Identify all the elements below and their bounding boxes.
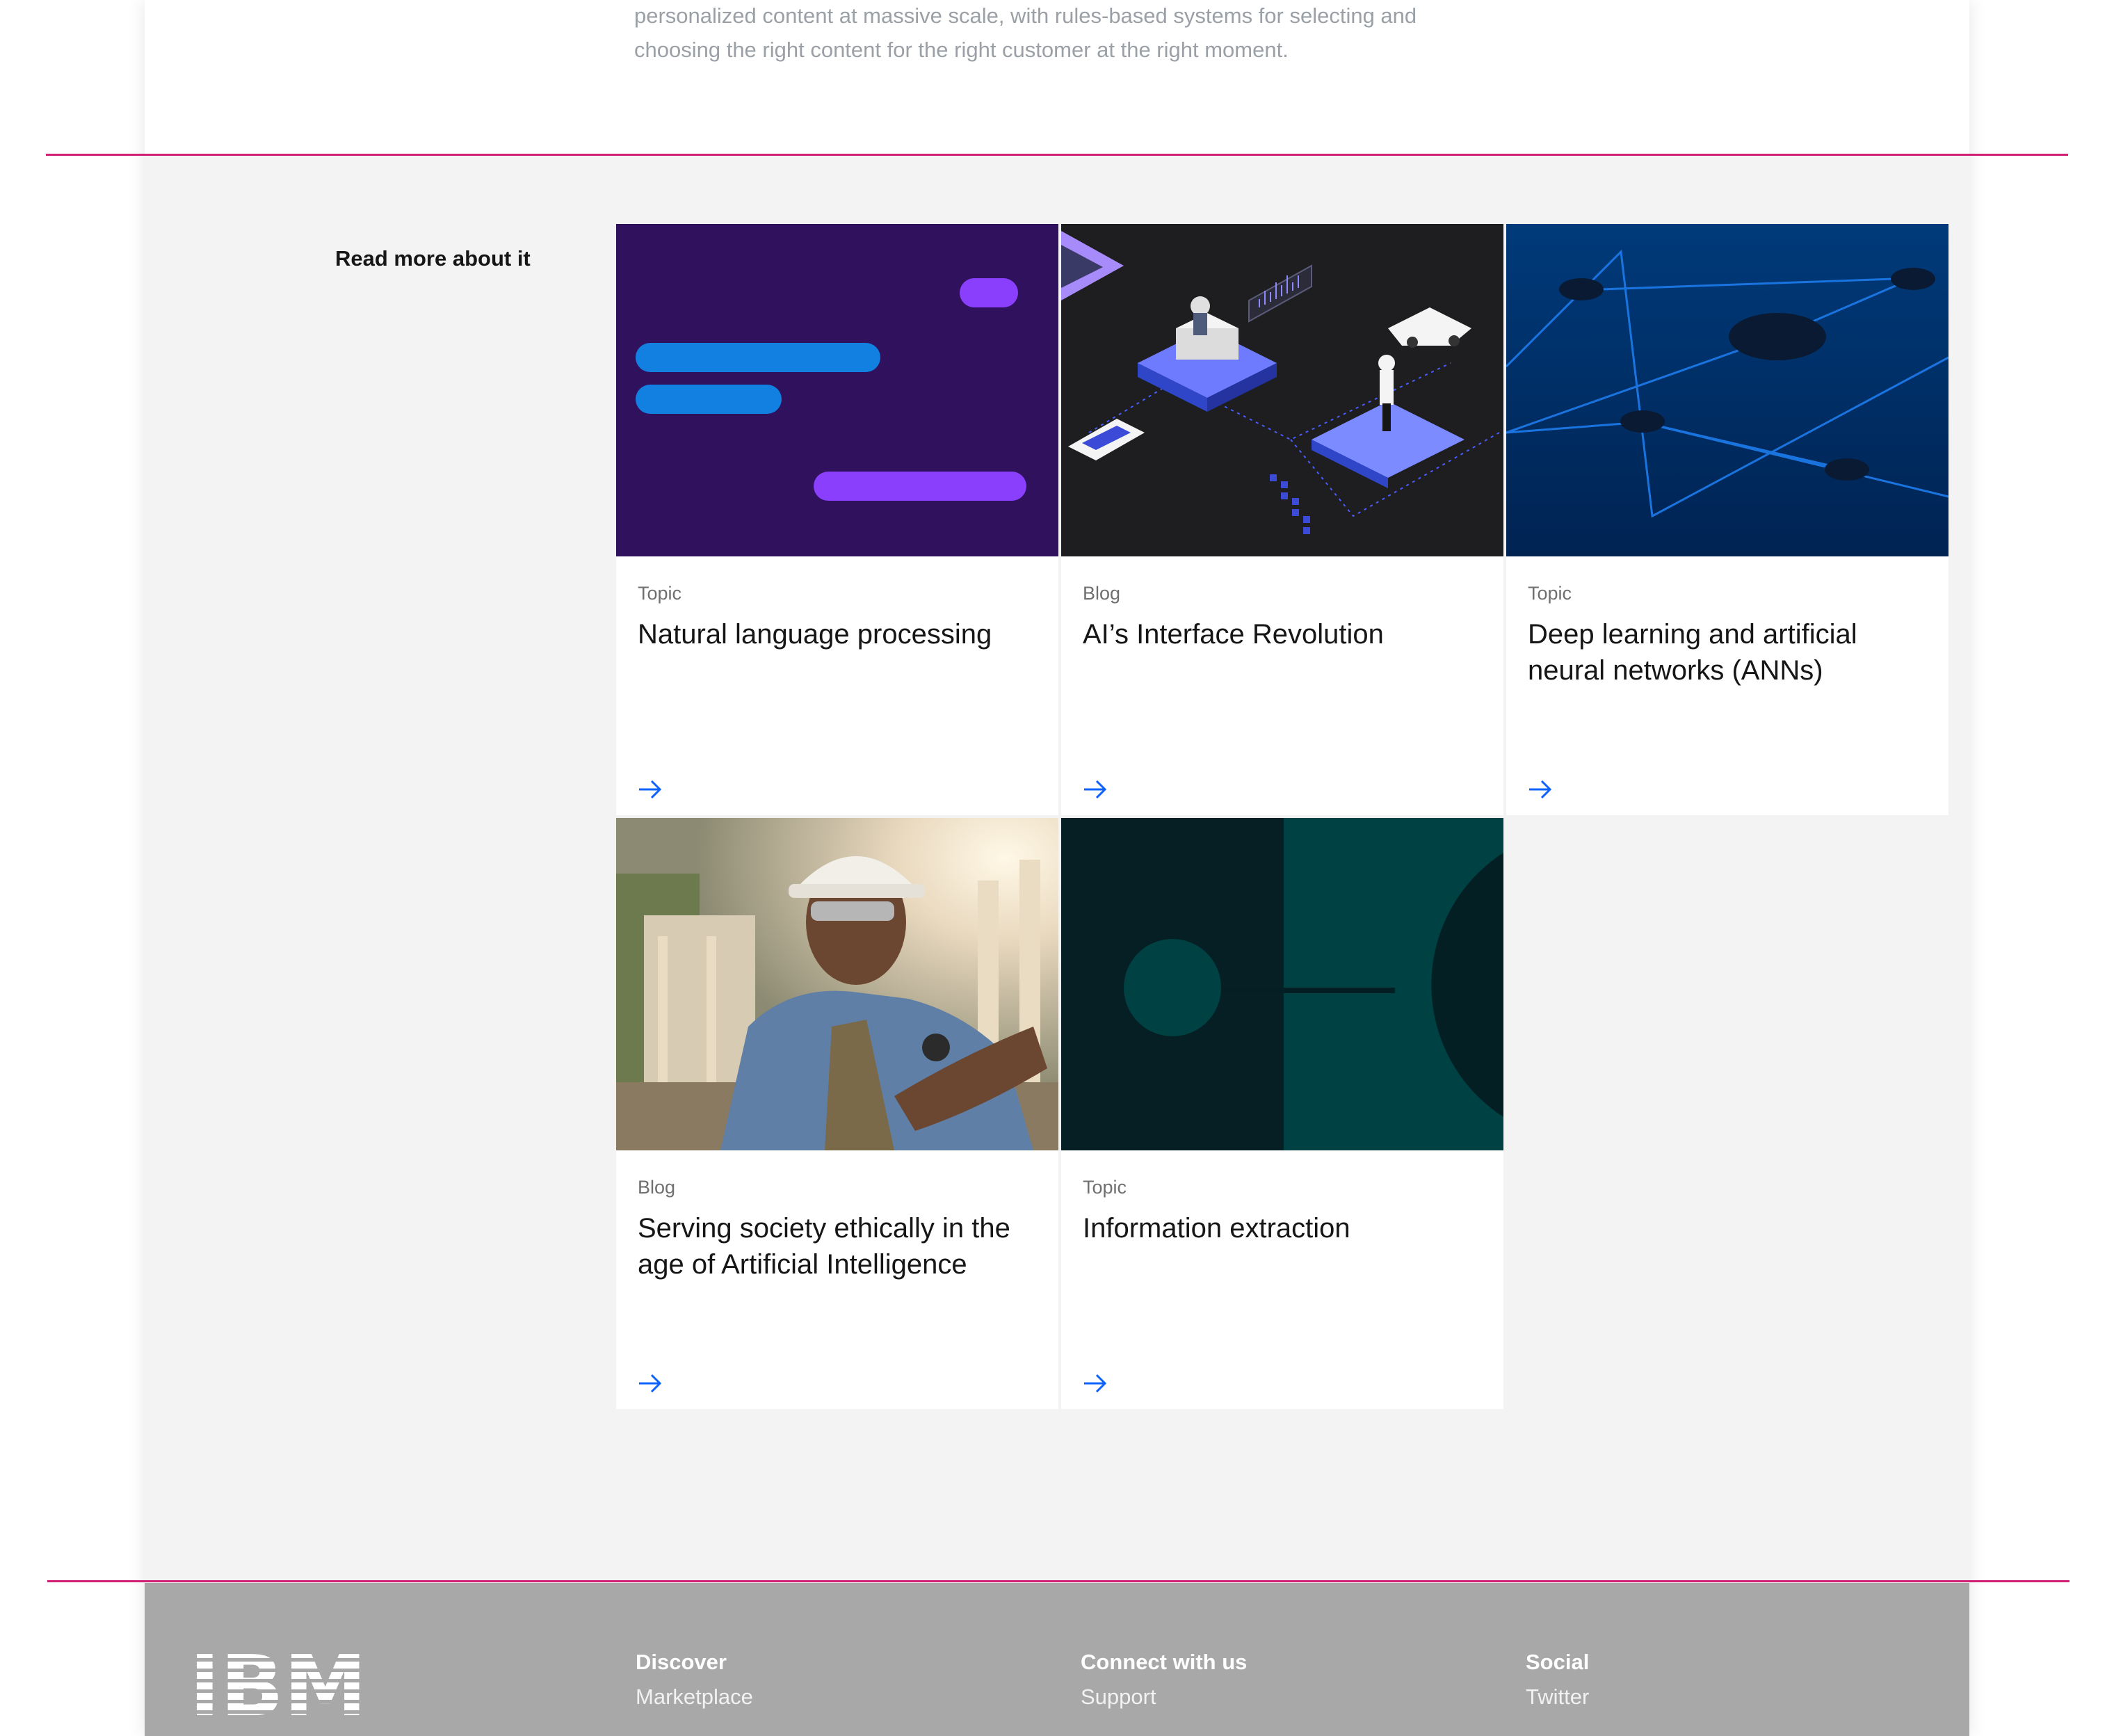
arrow-right-icon[interactable]: [638, 1373, 663, 1394]
footer-link-support[interactable]: Support: [1081, 1685, 1247, 1710]
footer: IBM Discover Marketplace Connect with us…: [145, 1583, 1969, 1736]
card-title: Information extraction: [1083, 1213, 1350, 1244]
card-kind: Topic: [638, 583, 682, 604]
footer-column-discover: Discover Marketplace: [636, 1650, 753, 1710]
card-kind: Blog: [638, 1177, 676, 1198]
arrow-right-icon[interactable]: [1083, 1373, 1108, 1394]
card-title: Natural language processing: [638, 619, 992, 650]
section-divider-bottom: [47, 1580, 2069, 1582]
isometric-illustration: [1061, 224, 1503, 556]
card-kind: Blog: [1083, 583, 1121, 604]
arrow-right-icon[interactable]: [1083, 779, 1108, 800]
arrow-right-icon[interactable]: [638, 779, 663, 800]
card-deep-learning[interactable]: Topic Deep learning and artificial neura…: [1506, 224, 1948, 815]
card-kind: Topic: [1528, 583, 1572, 604]
card-serving-society[interactable]: Blog Serving society ethically in the ag…: [616, 818, 1058, 1409]
section-divider-top: [46, 154, 2068, 156]
ibm-logo[interactable]: IBM: [189, 1650, 369, 1722]
footer-column-title: Connect with us: [1081, 1650, 1248, 1674]
card-title: Serving society ethically in the age of …: [638, 1213, 1010, 1280]
network-illustration: [1506, 224, 1948, 556]
card-kind: Topic: [1083, 1177, 1127, 1198]
page: personalized content at massive scale, w…: [46, 0, 2069, 1736]
worker-photo: [616, 818, 1058, 1150]
geometric-illustration: [1061, 818, 1503, 1150]
intro-section: personalized content at massive scale, w…: [145, 0, 1969, 154]
arrow-right-icon[interactable]: [1528, 779, 1553, 800]
footer-column-title: Social: [1526, 1650, 1590, 1674]
card-title: Deep learning and artificial neural netw…: [1528, 619, 1857, 686]
card-information-extraction[interactable]: Topic Information extraction: [1061, 818, 1503, 1409]
footer-link-twitter[interactable]: Twitter: [1526, 1685, 1589, 1710]
footer-column-social: Social Twitter: [1526, 1650, 1589, 1710]
nlp-illustration: [616, 224, 1058, 556]
footer-link-marketplace[interactable]: Marketplace: [636, 1685, 753, 1710]
card-natural-language-processing[interactable]: Topic Natural language processing: [616, 224, 1058, 815]
card-ai-interface-revolution[interactable]: Blog AI’s Interface Revolution: [1061, 224, 1503, 815]
intro-text: personalized content at massive scale, w…: [634, 3, 1417, 62]
footer-column-connect: Connect with us Support: [1081, 1650, 1247, 1710]
footer-column-title: Discover: [636, 1650, 727, 1674]
card-title: AI’s Interface Revolution: [1083, 619, 1384, 650]
section-title: Read more about it: [335, 246, 531, 271]
